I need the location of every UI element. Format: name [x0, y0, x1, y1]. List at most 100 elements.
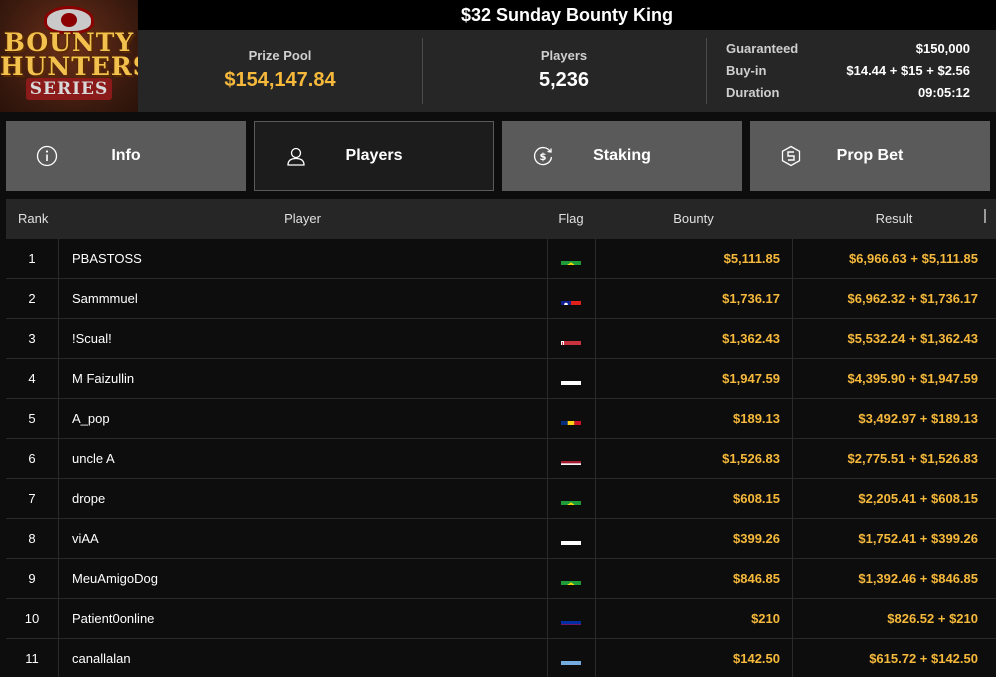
bounty-cell: $1,947.59: [595, 359, 792, 399]
logo-line-2: HUNTERS: [0, 52, 138, 81]
result-cell: $4,395.90 + $1,947.59: [792, 359, 996, 399]
result-cell: $615.72 + $142.50: [792, 639, 996, 677]
buyin-value: $14.44 + $15 + $2.56: [846, 63, 970, 78]
table-row[interactable]: 10 Patient0online $210 $826.52 + $210: [6, 599, 996, 639]
flag-cell: [547, 399, 595, 439]
result-cell: $1,392.46 + $846.85: [792, 559, 996, 599]
bounty-cell: $1,362.43: [595, 319, 792, 359]
bounty-cell: $846.85: [595, 559, 792, 599]
tournament-title: $32 Sunday Bounty King: [138, 0, 996, 30]
russia-flag-icon: [561, 531, 581, 545]
table-row[interactable]: 4 M Faizullin $1,947.59 $4,395.90 + $1,947.…: [6, 359, 996, 399]
player-cell: MeuAmigoDog: [58, 559, 547, 599]
result-cell: $2,775.51 + $1,526.83: [792, 439, 996, 479]
rank-cell: 2: [28, 291, 36, 306]
result-cell: $3,492.97 + $189.13: [792, 399, 996, 439]
buyin-label: Buy-in: [726, 63, 767, 78]
cambodia-flag-icon: [561, 611, 581, 625]
flag-cell: [547, 599, 595, 639]
column-resize-handle[interactable]: [984, 209, 986, 223]
flag-cell: [547, 319, 595, 359]
brazil-flag-icon: [561, 571, 581, 585]
players-stat: Players 5,236: [422, 30, 706, 112]
bounty-cell: $210: [595, 599, 792, 639]
table-header: Rank Player Flag Bounty Result: [6, 199, 996, 239]
player-cell: !Scual!: [58, 319, 547, 359]
header-player[interactable]: Player: [58, 199, 547, 239]
prize-pool-value: $154,147.84: [224, 69, 336, 91]
taiwan-flag-icon: [561, 291, 581, 305]
argentina-flag-icon: [561, 651, 581, 665]
bounty-cell: $189.13: [595, 399, 792, 439]
belarus-flag-icon: [561, 331, 581, 345]
header-flag[interactable]: Flag: [547, 199, 595, 239]
prize-pool-label: Prize Pool: [248, 48, 312, 63]
player-cell: canallalan: [58, 639, 547, 677]
logo-line-3: SERIES: [26, 78, 112, 100]
result-cell: $6,962.32 + $1,736.17: [792, 279, 996, 319]
bounty-cell: $142.50: [595, 639, 792, 677]
header-rank[interactable]: Rank: [18, 199, 48, 239]
rank-cell: 5: [28, 411, 36, 426]
brazil-flag-icon: [561, 251, 581, 265]
result-cell: $6,966.63 + $5,111.85: [792, 239, 996, 279]
tab-prop-bet[interactable]: Prop Bet: [750, 121, 990, 191]
bounty-cell: $1,526.83: [595, 439, 792, 479]
tab-info-label: Info: [111, 147, 141, 164]
rank-cell: 7: [28, 491, 36, 506]
rank-cell: 8: [28, 531, 36, 546]
table-row[interactable]: 1 PBASTOSS $5,111.85 $6,966.63 + $5,111.85: [6, 239, 996, 279]
table-row[interactable]: 2 Sammmuel $1,736.17 $6,962.32 + $1,736.17: [6, 279, 996, 319]
player-cell: M Faizullin: [58, 359, 547, 399]
header-result[interactable]: Result: [792, 199, 996, 239]
result-cell: $5,532.24 + $1,362.43: [792, 319, 996, 359]
result-cell: $2,205.41 + $608.15: [792, 479, 996, 519]
tab-staking[interactable]: $ Staking: [502, 121, 742, 191]
player-cell: Sammmuel: [58, 279, 547, 319]
player-cell: drope: [58, 479, 547, 519]
table-row[interactable]: 5 A_pop $189.13 $3,492.97 + $189.13: [6, 399, 996, 439]
bounty-cell: $399.26: [595, 519, 792, 559]
rank-cell: 11: [25, 651, 39, 666]
rank-cell: 4: [28, 371, 36, 386]
bounty-hunters-logo: BOUNTY HUNTERS SERIES: [0, 0, 138, 112]
tab-players-label: Players: [345, 147, 403, 164]
guaranteed-value: $150,000: [915, 41, 970, 56]
flag-cell: [547, 359, 595, 399]
rank-cell: 6: [28, 451, 36, 466]
divider: [706, 38, 707, 104]
tab-info[interactable]: Info: [6, 121, 246, 191]
result-cell: $1,752.41 + $399.26: [792, 519, 996, 559]
bounty-cell: $608.15: [595, 479, 792, 519]
header-bounty[interactable]: Bounty: [595, 199, 792, 239]
table-row[interactable]: 3 !Scual! $1,362.43 $5,532.24 + $1,362.43: [6, 319, 996, 359]
thailand-flag-icon: [561, 451, 581, 465]
flag-cell: [547, 239, 595, 279]
flag-cell: [547, 639, 595, 677]
rank-cell: 1: [28, 251, 36, 266]
players-value: 5,236: [538, 69, 590, 91]
table-row[interactable]: 11 canallalan $142.50 $615.72 + $142.50: [6, 639, 996, 677]
player-cell: Patient0online: [58, 599, 547, 639]
tab-staking-label: Staking: [593, 147, 651, 164]
flag-cell: [547, 439, 595, 479]
flag-cell: [547, 519, 595, 559]
guaranteed-label: Guaranteed: [726, 41, 799, 56]
result-cell: $826.52 + $210: [792, 599, 996, 639]
player-cell: uncle A: [58, 439, 547, 479]
table-row[interactable]: 9 MeuAmigoDog $846.85 $1,392.46 + $846.85: [6, 559, 996, 599]
brazil-flag-icon: [561, 491, 581, 505]
table-row[interactable]: 7 drope $608.15 $2,205.41 + $608.15: [6, 479, 996, 519]
table-row[interactable]: 6 uncle A $1,526.83 $2,775.51 + $1,526.83: [6, 439, 996, 479]
flag-cell: [547, 479, 595, 519]
prize-pool-stat: Prize Pool $154,147.84: [138, 30, 422, 112]
players-table-body: 1 PBASTOSS $5,111.85 $6,966.63 + $5,111.85 2…: [6, 239, 996, 677]
flag-cell: [547, 279, 595, 319]
table-row[interactable]: 8 viAA $399.26 $1,752.41 + $399.26: [6, 519, 996, 559]
tab-players[interactable]: Players: [254, 121, 494, 191]
duration-label: Duration: [726, 85, 780, 100]
romania-flag-icon: [561, 411, 581, 425]
bounty-cell: $5,111.85: [595, 239, 792, 279]
players-label: Players: [540, 48, 588, 63]
flag-cell: [547, 559, 595, 599]
